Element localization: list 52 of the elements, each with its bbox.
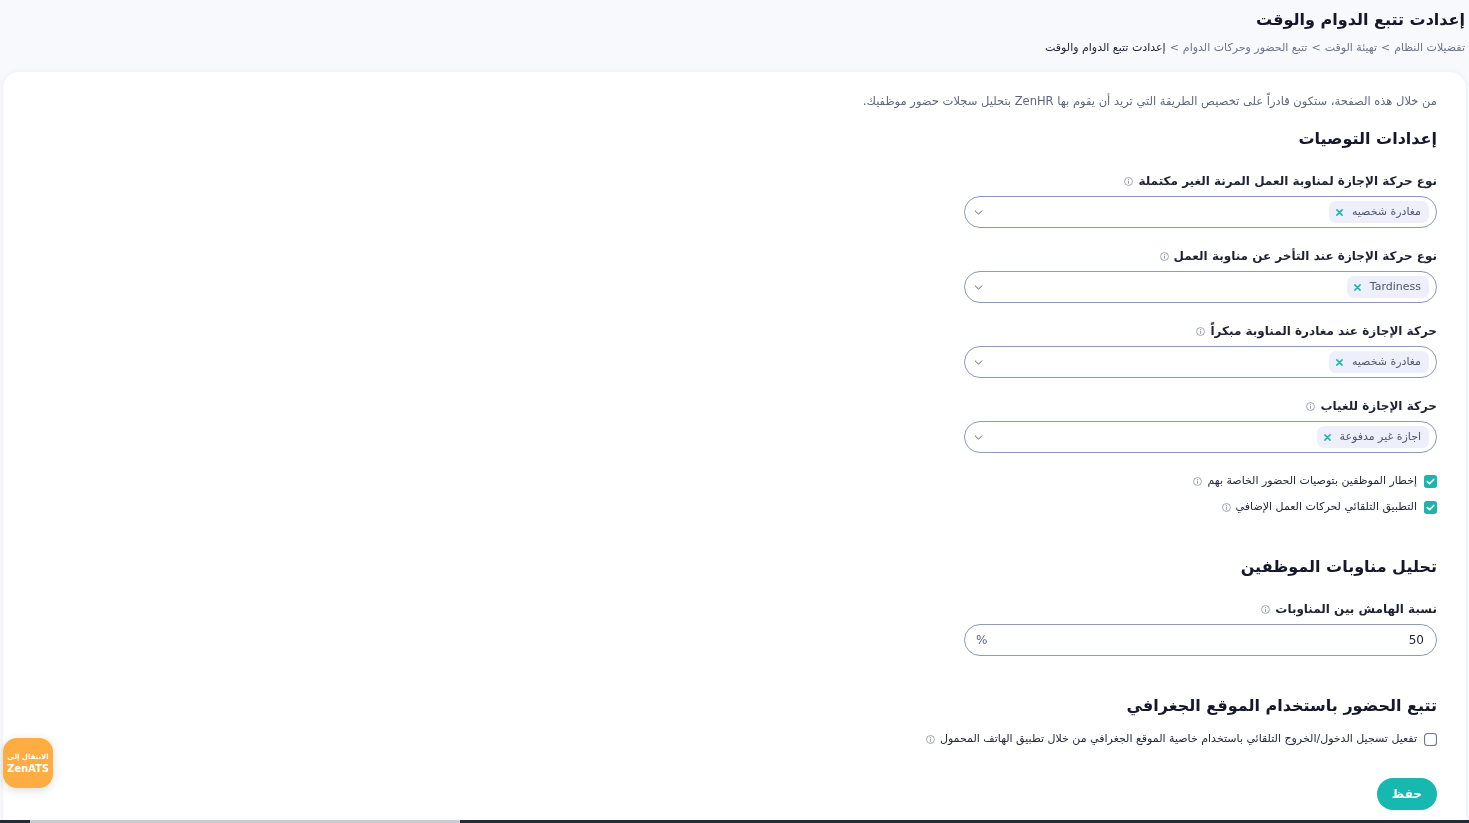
breadcrumb-separator: < [1311, 40, 1321, 56]
chevron-down-icon[interactable] [974, 359, 983, 365]
section-title: تتبع الحضور باستخدام الموقع الجغرافي [1126, 695, 1437, 718]
section-title: تحليل مناوبات الموظفين [1240, 556, 1437, 578]
chevron-down-icon[interactable] [974, 209, 983, 215]
select-field[interactable]: اجازة غير مدفوعة [964, 421, 1437, 453]
intro-text: من خلال هذه الصفحة، ستكون قادراً على تخصيص الطريقة التي تريد أن يقوم بها ZenHR بتحليل سجلات حضور موظفيك. [862, 92, 1437, 110]
page-title: إعدادت تتبع الدوام والوقت [1256, 9, 1465, 31]
info-icon[interactable] [1159, 251, 1169, 261]
field-label: نسبة الهامش بين المناوبات [1275, 601, 1437, 618]
info-icon[interactable] [1261, 604, 1271, 614]
remove-icon[interactable] [1335, 208, 1343, 216]
remove-icon[interactable] [1323, 433, 1331, 441]
tag-label: Tardiness [1369, 278, 1421, 295]
scrollbar-thumb[interactable] [30, 820, 460, 823]
info-icon[interactable] [1196, 326, 1206, 336]
info-icon[interactable] [1124, 176, 1134, 186]
section-title: إعدادات التوصيات [1298, 128, 1437, 150]
checkbox-label: تفعيل تسجيل الدخول/الخروج التلقائي باستخدام خاصية الموقع الجغرافي من خلال تطبيق الهاتف المحمول [939, 730, 1417, 747]
breadcrumb-link[interactable]: تتبع الحضور وحركات الدوام [1182, 39, 1308, 57]
breadcrumb-link[interactable]: تهيئة الوقت [1324, 39, 1377, 57]
field-label: نوع حركة الإجازة لمناوبة العمل المرنة الغير مكتملة [1138, 173, 1437, 190]
scrollbar-track[interactable] [0, 820, 1469, 823]
select-field[interactable]: مغادرة شخصيه [964, 196, 1437, 228]
field-label: حركة الإجازة للغياب [1320, 398, 1437, 415]
checkbox[interactable] [1424, 500, 1437, 514]
remove-icon[interactable] [1353, 283, 1361, 291]
checkbox[interactable] [1424, 474, 1437, 488]
info-icon[interactable] [1306, 401, 1316, 411]
tag-label: مغادرة شخصيه [1351, 353, 1421, 370]
breadcrumb-link[interactable]: تفضيلات النظام [1394, 39, 1465, 57]
field-label: نوع حركة الإجازة عند التأخر عن مناوبة العمل [1173, 247, 1437, 265]
tag-label: اجازة غير مدفوعة [1339, 428, 1421, 445]
checkbox-label: إخطار الموظفين بتوصيات الحضور الخاصة بهم [1207, 472, 1417, 489]
info-icon[interactable] [925, 734, 935, 744]
info-icon[interactable] [1221, 502, 1231, 512]
select-field[interactable]: مغادرة شخصيه [964, 346, 1437, 378]
checkbox-label: التطبيق التلقائي لحركات العمل الإضافي [1235, 498, 1417, 515]
chevron-down-icon[interactable] [974, 434, 983, 440]
tag-label: مغادرة شخصيه [1351, 203, 1421, 220]
select-field[interactable]: Tardiness [964, 271, 1437, 303]
checkbox[interactable] [1424, 732, 1437, 746]
remove-icon[interactable] [1335, 358, 1343, 366]
info-icon[interactable] [1193, 476, 1203, 486]
breadcrumb-separator: < [1169, 40, 1179, 56]
breadcrumb-separator: < [1380, 40, 1391, 56]
chevron-down-icon[interactable] [974, 284, 983, 290]
unit-label: % [976, 632, 988, 649]
field-label: حركة الإجازة عند مغادرة المناوبة مبكراً [1210, 322, 1437, 340]
field-value: 50 [1408, 632, 1424, 649]
breadcrumb-current: إعدادت تتبع الدوام والوقت [1045, 40, 1166, 56]
percentage-field[interactable]: 50 % [964, 624, 1437, 656]
